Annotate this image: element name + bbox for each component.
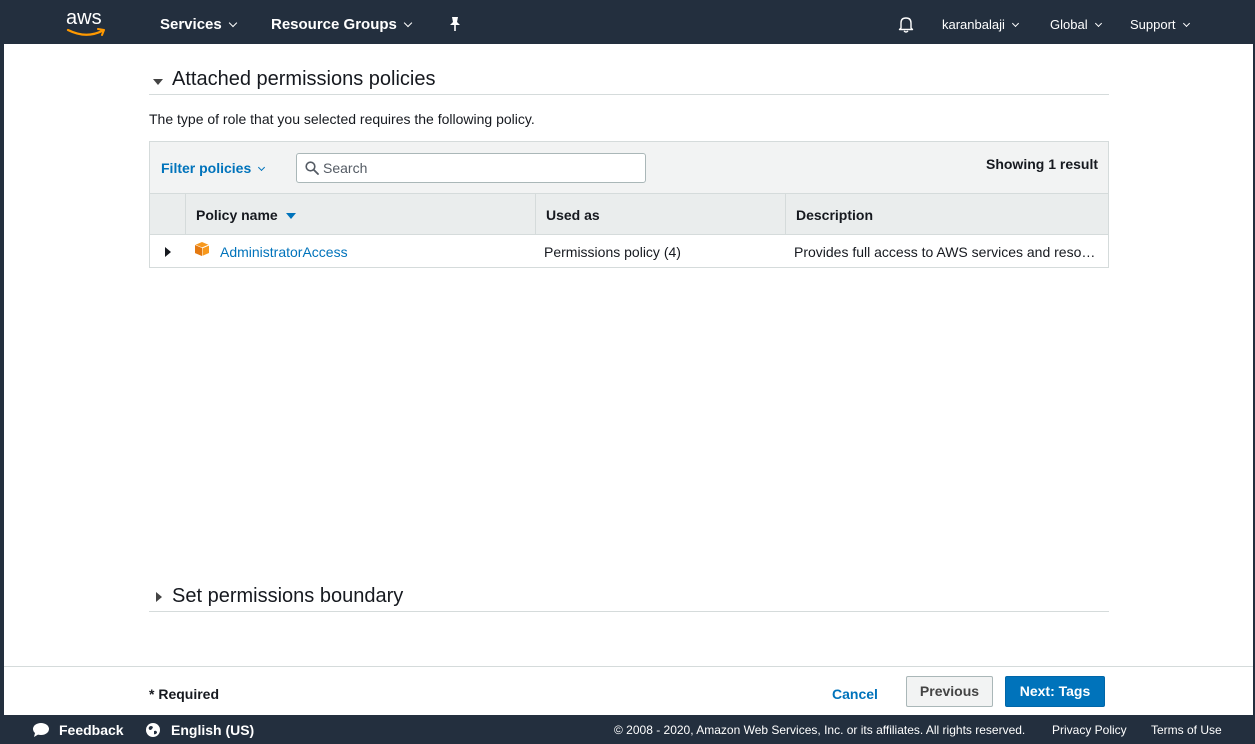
resource-groups-label: Resource Groups	[271, 16, 397, 33]
filter-policies-label: Filter policies	[161, 160, 252, 176]
chevron-down-icon	[1011, 19, 1019, 28]
expand-column-header	[150, 194, 185, 235]
policy-description: Provides full access to AWS services and…	[794, 244, 1096, 260]
result-count: Showing 1 result	[985, 156, 1098, 172]
table-header-row: Policy name Used as Description	[150, 194, 1108, 235]
language-selector[interactable]: English (US)	[171, 722, 254, 738]
region-menu[interactable]: Global	[1050, 17, 1102, 32]
aws-managed-policy-icon	[194, 242, 210, 256]
feedback-link[interactable]: Feedback	[59, 722, 124, 738]
account-label: karanbalaji	[942, 17, 1005, 32]
column-header-description[interactable]: Description	[785, 194, 1109, 235]
aws-logo-text: aws	[66, 7, 102, 29]
table-row: AdministratorAccess Permissions policy (…	[150, 235, 1108, 268]
aws-logo[interactable]: aws	[66, 7, 108, 38]
policy-used-as: Permissions policy (4)	[544, 244, 681, 260]
console-footer: Feedback English (US) © 2008 - 2020, Ama…	[4, 715, 1253, 744]
attached-policies-title: Attached permissions policies	[172, 68, 436, 90]
feedback-icon	[33, 723, 49, 737]
required-note: * Required	[149, 686, 220, 702]
aws-smile-icon	[66, 28, 105, 36]
support-label: Support	[1130, 17, 1176, 32]
region-label: Global	[1050, 17, 1088, 32]
policy-name-link[interactable]: AdministratorAccess	[220, 244, 348, 260]
support-menu[interactable]: Support	[1130, 17, 1190, 32]
account-menu[interactable]: karanbalaji	[942, 17, 1019, 32]
attached-policies-header[interactable]: Attached permissions policies	[149, 44, 1109, 95]
wizard-action-bar: * Required Cancel Previous Next: Tags	[4, 666, 1253, 715]
policy-name-header-label: Policy name	[196, 207, 278, 223]
search-icon	[305, 161, 319, 175]
terms-of-use-link[interactable]: Terms of Use	[1151, 723, 1222, 737]
expand-row-icon[interactable]	[165, 247, 171, 257]
bell-icon[interactable]	[897, 15, 915, 33]
top-navigation-bar: aws Services Resource Groups karanbalaji…	[4, 4, 1253, 44]
column-header-used-as[interactable]: Used as	[535, 194, 785, 235]
policies-table: Filter policies Showing 1 result Policy …	[149, 141, 1109, 268]
permissions-boundary-title: Set permissions boundary	[172, 585, 404, 607]
search-input[interactable]	[323, 158, 638, 178]
privacy-policy-link[interactable]: Privacy Policy	[1052, 723, 1127, 737]
next-tags-button[interactable]: Next: Tags	[1005, 676, 1105, 707]
permissions-boundary-header[interactable]: Set permissions boundary	[149, 561, 1109, 612]
sort-descending-icon[interactable]	[285, 213, 296, 219]
resource-groups-menu[interactable]: Resource Groups	[271, 16, 413, 33]
filter-policies-dropdown[interactable]: Filter policies	[161, 160, 266, 176]
services-label: Services	[160, 16, 222, 33]
chevron-down-icon	[403, 18, 413, 28]
used-as-header-label: Used as	[546, 207, 600, 223]
previous-button[interactable]: Previous	[906, 676, 993, 707]
caret-right-icon[interactable]	[156, 592, 162, 602]
policies-filter-bar: Filter policies Showing 1 result	[150, 142, 1108, 194]
console-window: aws Services Resource Groups karanbalaji…	[4, 4, 1253, 744]
chevron-down-icon	[228, 18, 237, 28]
copyright-text: © 2008 - 2020, Amazon Web Services, Inc.…	[614, 723, 1026, 737]
chevron-down-icon	[1094, 19, 1102, 28]
column-header-policy-name[interactable]: Policy name	[185, 194, 535, 235]
caret-down-icon[interactable]	[153, 79, 163, 85]
attached-policies-description: The type of role that you selected requi…	[149, 111, 535, 127]
services-menu[interactable]: Services	[160, 16, 237, 33]
description-header-label: Description	[796, 207, 874, 223]
pin-icon[interactable]	[447, 15, 463, 33]
globe-icon	[146, 723, 160, 737]
policy-search-box[interactable]	[296, 153, 646, 183]
chevron-down-icon	[258, 163, 266, 172]
chevron-down-icon	[1182, 19, 1190, 28]
cancel-button[interactable]: Cancel	[832, 686, 878, 702]
